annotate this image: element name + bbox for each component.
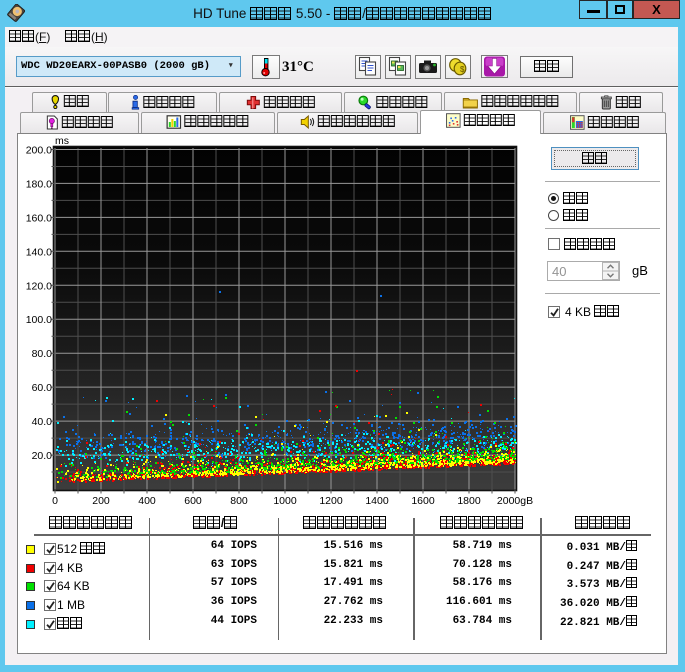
svg-text:1600: 1600 <box>411 495 435 507</box>
svg-text:1200: 1200 <box>319 495 343 507</box>
svg-text:600: 600 <box>184 495 202 507</box>
svg-text:40.0: 40.0 <box>32 416 53 428</box>
svg-text:140.0: 140.0 <box>26 246 52 258</box>
svg-text:800: 800 <box>230 495 248 507</box>
svg-text:60.0: 60.0 <box>32 382 53 394</box>
svg-text:1000: 1000 <box>273 495 297 507</box>
svg-text:1400: 1400 <box>365 495 389 507</box>
svg-text:1800: 1800 <box>457 495 481 507</box>
svg-text:0: 0 <box>52 495 58 507</box>
svg-text:ms: ms <box>55 135 69 147</box>
svg-text:120.0: 120.0 <box>26 280 52 292</box>
svg-text:180.0: 180.0 <box>26 178 52 190</box>
svg-text:200: 200 <box>92 495 110 507</box>
svg-text:400: 400 <box>138 495 156 507</box>
svg-text:100.0: 100.0 <box>26 314 52 326</box>
svg-text:160.0: 160.0 <box>26 212 52 224</box>
svg-text:80.0: 80.0 <box>32 348 53 360</box>
svg-text:20.0: 20.0 <box>32 450 53 462</box>
svg-text:2000gB: 2000gB <box>497 495 533 507</box>
svg-text:200.0: 200.0 <box>26 145 52 157</box>
